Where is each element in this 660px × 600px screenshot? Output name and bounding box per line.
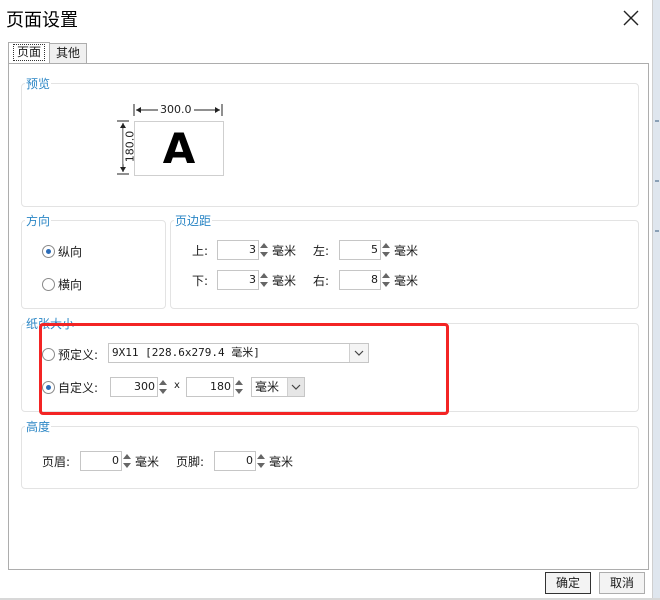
times-sign: x <box>174 380 180 391</box>
predefined-radio[interactable] <box>42 348 55 361</box>
background-window-edge <box>653 0 660 600</box>
chevron-down-icon <box>291 384 301 390</box>
margin-left-spin-arrows[interactable] <box>381 240 392 260</box>
orientation-group <box>21 220 166 309</box>
caret-down-icon[interactable] <box>235 389 243 394</box>
caret-up-icon[interactable] <box>235 380 243 385</box>
tab-page[interactable]: 页面 <box>8 42 50 63</box>
caret-up-icon[interactable] <box>123 454 131 459</box>
margin-top-input[interactable]: 3 <box>217 240 259 260</box>
portrait-label: 纵向 <box>58 245 83 259</box>
margin-bottom-unit: 毫米 <box>272 274 297 288</box>
margins-group-title: 页边距 <box>174 212 213 229</box>
margin-bottom-input[interactable]: 3 <box>217 270 259 290</box>
height-group-title: 高度 <box>25 418 52 435</box>
caret-up-icon[interactable] <box>159 380 167 385</box>
predefined-size-value: 9X11 [228.6x279.4 毫米] <box>112 346 260 359</box>
orientation-group-title: 方向 <box>25 212 52 229</box>
margin-top-unit: 毫米 <box>272 244 297 258</box>
paper-size-group <box>21 323 639 412</box>
predefined-size-select[interactable]: 9X11 [228.6x279.4 毫米] <box>108 343 369 363</box>
predefined-dropdown-button[interactable] <box>349 344 368 362</box>
predefined-label: 预定义: <box>58 348 99 362</box>
ok-button[interactable]: 确定 <box>545 572 591 594</box>
caret-down-icon[interactable] <box>257 463 265 468</box>
custom-radio[interactable] <box>42 381 55 394</box>
header-unit: 毫米 <box>135 455 160 469</box>
landscape-label: 横向 <box>58 278 83 292</box>
header-spin-arrows[interactable] <box>122 451 133 471</box>
margin-bottom-spin-arrows[interactable] <box>259 270 270 290</box>
header-height-input[interactable]: 0 <box>80 451 122 471</box>
cancel-button[interactable]: 取消 <box>599 572 645 594</box>
background-tick <box>655 230 659 232</box>
landscape-radio[interactable] <box>42 278 55 291</box>
margin-left-input[interactable]: 5 <box>339 240 381 260</box>
caret-down-icon[interactable] <box>260 282 268 287</box>
margin-top-spin-arrows[interactable] <box>259 240 270 260</box>
caret-up-icon[interactable] <box>257 454 265 459</box>
custom-height-input[interactable]: 180 <box>186 377 234 397</box>
tab-page-label: 页面 <box>12 44 45 61</box>
custom-width-input[interactable]: 300 <box>110 377 158 397</box>
footer-spin-arrows[interactable] <box>256 451 267 471</box>
header-label: 页眉: <box>42 455 71 469</box>
margin-bottom-label: 下: <box>192 274 209 288</box>
footer-unit: 毫米 <box>269 455 294 469</box>
margin-right-input[interactable]: 8 <box>339 270 381 290</box>
portrait-radio[interactable] <box>42 245 55 258</box>
custom-width-spin-arrows[interactable] <box>158 377 169 397</box>
custom-label: 自定义: <box>58 381 99 395</box>
margin-right-spin-arrows[interactable] <box>381 270 392 290</box>
caret-down-icon[interactable] <box>382 282 390 287</box>
margin-right-unit: 毫米 <box>394 274 419 288</box>
caret-up-icon[interactable] <box>260 273 268 278</box>
caret-down-icon[interactable] <box>382 252 390 257</box>
paper-size-group-title: 纸张大小 <box>25 315 76 332</box>
margin-left-label: 左: <box>313 244 330 258</box>
margin-right-label: 右: <box>313 274 330 288</box>
unit-select-value: 毫米 <box>255 380 280 394</box>
unit-select[interactable]: 毫米 <box>251 377 305 397</box>
margins-group <box>170 220 639 309</box>
custom-height-spin-arrows[interactable] <box>234 377 245 397</box>
background-tick <box>655 120 659 122</box>
preview-sample-letter: A <box>162 124 196 173</box>
footer-label: 页脚: <box>176 455 205 469</box>
caret-up-icon[interactable] <box>382 273 390 278</box>
footer-height-input[interactable]: 0 <box>214 451 256 471</box>
margin-top-label: 上: <box>192 244 209 258</box>
caret-up-icon[interactable] <box>382 243 390 248</box>
preview-page: A <box>134 121 224 176</box>
margin-left-unit: 毫米 <box>394 244 419 258</box>
caret-down-icon[interactable] <box>159 389 167 394</box>
chevron-down-icon <box>354 350 364 356</box>
caret-down-icon[interactable] <box>123 463 131 468</box>
caret-down-icon[interactable] <box>260 252 268 257</box>
preview-width-label: 300.0 <box>158 103 194 116</box>
background-tick <box>655 180 659 182</box>
page-setup-dialog: 页面设置 页面 其他 预览 300.0 180.0 A 方向 纵向 横向 页边距… <box>0 0 653 599</box>
caret-up-icon[interactable] <box>260 243 268 248</box>
unit-dropdown-button[interactable] <box>287 378 304 396</box>
